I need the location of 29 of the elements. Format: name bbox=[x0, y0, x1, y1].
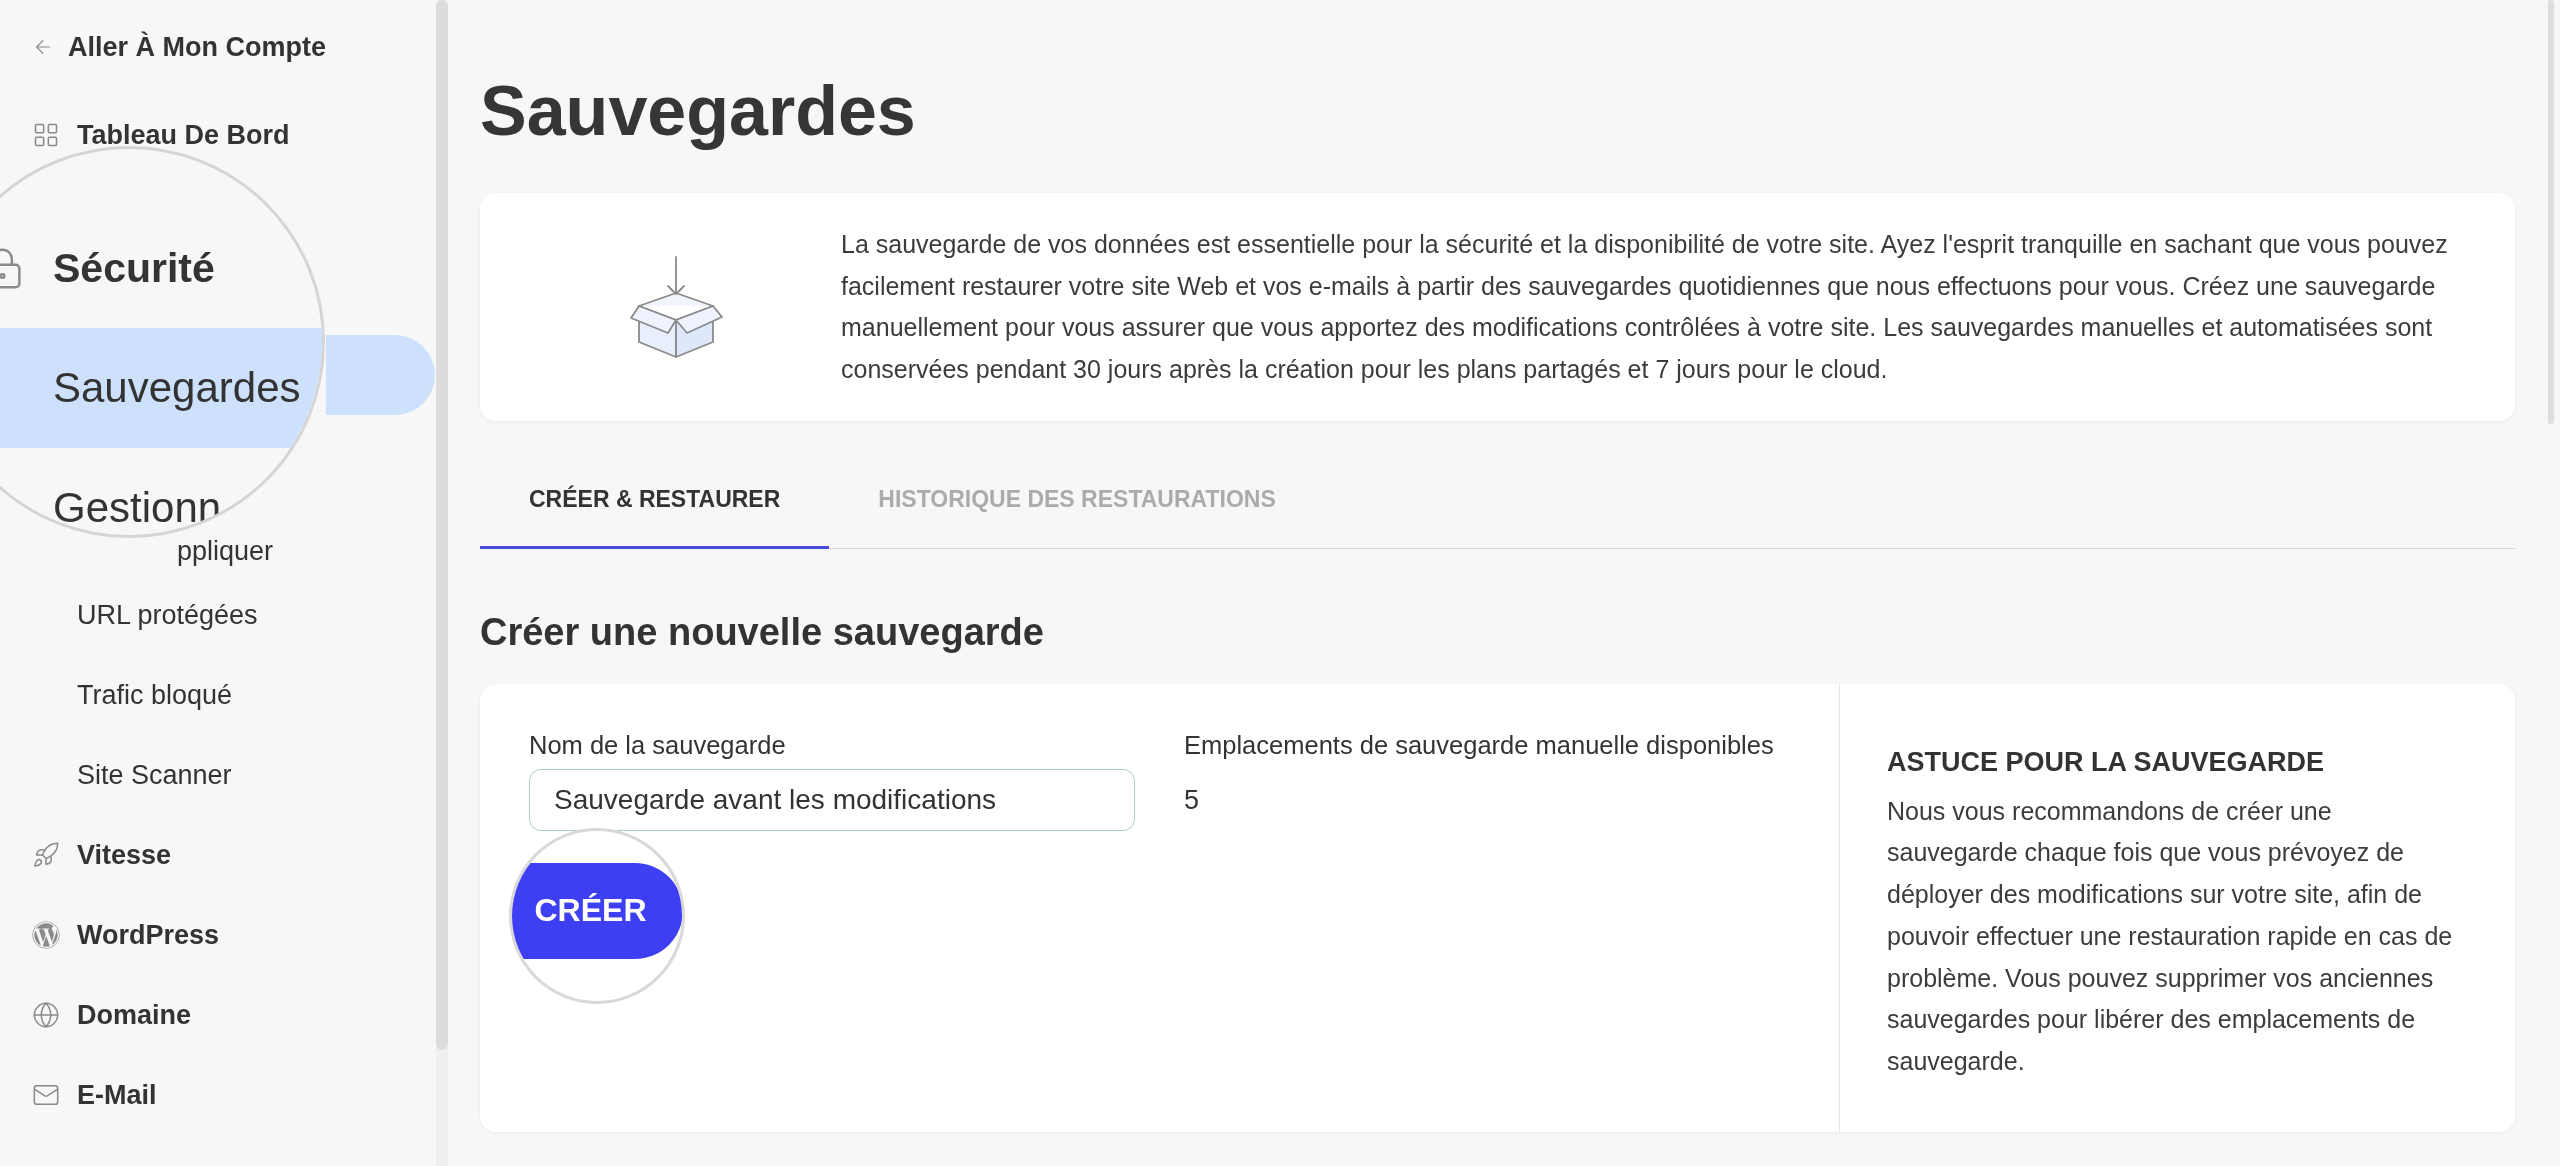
backup-name-field[interactable]: Sauvegarde avant les modifications bbox=[529, 768, 1135, 831]
box-arrow-icon bbox=[629, 255, 723, 359]
grid-icon bbox=[32, 121, 60, 149]
sidebar-subitem[interactable]: URL protégées bbox=[77, 599, 258, 631]
sidebar-subitem[interactable]: Site Scanner bbox=[77, 759, 232, 791]
slots-value: 5 bbox=[1184, 785, 1200, 814]
sidebar-item[interactable]: Domaine bbox=[32, 999, 192, 1031]
intro-text: La sauvegarde de vos données est essentielle pour la sécurité et la disponibilité de votre site. Ayez l'esprit tranquille en sachant que vous pouvez facilement restaurer votre site Web et vos e-mails à partir des sauvegardes quotidiennes que nous effectuons pour vous. Créez une sauvegarde manuellement pour vous assurer que vous apportez des modifications contrôlées à votre site. Les sauvegardes manuelles et automatisées sont conservées pendant 30 jours après la création pour les plans partagés et 7 jours pour le cloud. bbox=[841, 229, 2448, 385]
section-heading: Créer une nouvelle sauvegarde bbox=[480, 609, 1044, 655]
back-link[interactable]: Aller À Mon Compte bbox=[32, 31, 326, 63]
sidebar-item[interactable]: WordPress bbox=[32, 919, 220, 951]
wordpress-icon bbox=[32, 921, 60, 949]
tip-title: ASTUCE POUR LA SAUVEGARDE bbox=[1887, 745, 2325, 779]
page-title: Sauvegardes bbox=[480, 71, 916, 152]
globe-icon bbox=[32, 1001, 60, 1029]
sidebar-item[interactable]: Tableau De Bord bbox=[32, 119, 290, 151]
field-label: Emplacements de sauvegarde manuelle disponibles bbox=[1184, 730, 1774, 759]
sidebar-item[interactable]: E-Mail bbox=[32, 1079, 157, 1111]
sidebar-item[interactable]: Sécurité bbox=[0, 243, 215, 293]
sidebar-item[interactable]: Vitesse bbox=[32, 839, 172, 871]
rocket-icon bbox=[32, 841, 60, 869]
sidebar-subitem[interactable]: Sauvegardes bbox=[53, 363, 301, 413]
field-label: Nom de la sauvegarde bbox=[529, 730, 786, 759]
sidebar-subitem[interactable]: Gestionn bbox=[53, 483, 222, 533]
tab[interactable]: CRÉER & RESTAURER bbox=[480, 453, 830, 549]
scrollbar-thumb[interactable] bbox=[2548, 0, 2554, 424]
create-button[interactable]: CRÉER bbox=[512, 862, 682, 959]
tip-text: Nous vous recommandons de créer une sauvegarde chaque fois que vous prévoyez de déployer des modifications sur votre site, afin de pouvoir effectuer une restauration rapide en cas de problème. Vous pouvez supprimer vos anciennes sauvegardes pour libérer des emplacements de sauvegarde. bbox=[1887, 795, 2453, 1078]
sidebar-subitem[interactable]: Trafic bloqué bbox=[77, 679, 233, 711]
